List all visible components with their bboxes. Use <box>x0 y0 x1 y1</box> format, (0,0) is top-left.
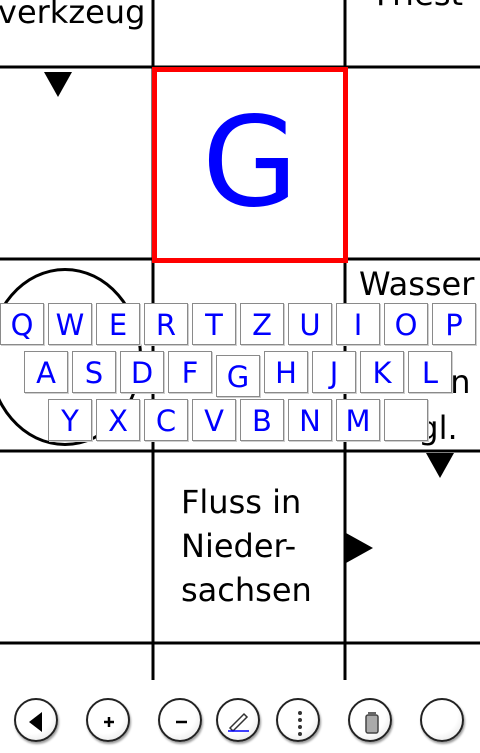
clue-text-river-3: sachsen <box>181 571 312 609</box>
back-button[interactable] <box>14 698 58 742</box>
pencil-button[interactable] <box>216 698 260 742</box>
key-q[interactable]: Q <box>0 303 44 345</box>
key-p[interactable]: P <box>432 303 476 345</box>
key-e[interactable]: E <box>96 303 140 345</box>
arrow-right-icon <box>346 533 373 563</box>
zoom-in-button[interactable] <box>86 698 130 742</box>
key-g[interactable]: G <box>216 355 260 397</box>
key-o[interactable]: O <box>384 303 428 345</box>
key-blank[interactable] <box>384 399 428 441</box>
zoom-out-button[interactable] <box>158 698 202 742</box>
key-s[interactable]: S <box>72 351 116 393</box>
clue-text-top-right: Friest <box>376 0 463 14</box>
arrow-down-icon <box>426 453 454 478</box>
zoom-in-icon <box>104 717 114 727</box>
selected-cell-letter: G <box>201 91 299 235</box>
key-x[interactable]: X <box>96 399 140 441</box>
key-w[interactable]: W <box>48 303 92 345</box>
key-c[interactable]: C <box>144 399 188 441</box>
zoom-out-icon <box>176 720 187 724</box>
key-u[interactable]: U <box>288 303 332 345</box>
blank-circle-icon <box>422 700 466 744</box>
delete-button[interactable] <box>348 698 392 742</box>
back-icon <box>29 712 42 732</box>
key-v[interactable]: V <box>192 399 236 441</box>
key-n[interactable]: N <box>288 399 332 441</box>
key-t[interactable]: T <box>192 303 236 345</box>
key-j[interactable]: J <box>312 351 356 393</box>
key-b[interactable]: B <box>240 399 284 441</box>
key-a[interactable]: A <box>24 351 68 393</box>
key-l[interactable]: L <box>408 351 452 393</box>
key-z[interactable]: Z <box>240 303 284 345</box>
vertical-dots-icon <box>298 711 302 736</box>
bottom-toolbar <box>0 680 480 753</box>
key-d[interactable]: D <box>120 351 164 393</box>
clue-text-mid-right-1: Wasser <box>359 265 475 303</box>
clue-text-river-1: Fluss in <box>181 483 302 521</box>
arrow-down-icon <box>44 72 72 97</box>
extra-button[interactable] <box>420 698 464 742</box>
key-m[interactable]: M <box>336 399 380 441</box>
clue-text-top-left: verkzeug <box>0 0 146 31</box>
pencil-icon <box>228 712 249 733</box>
key-r[interactable]: R <box>144 303 188 345</box>
key-h[interactable]: H <box>264 351 308 393</box>
key-i[interactable]: I <box>336 303 380 345</box>
clue-text-river-2: Nieder- <box>181 527 297 565</box>
key-f[interactable]: F <box>168 351 212 393</box>
trash-icon <box>365 712 379 734</box>
options-button[interactable] <box>276 698 320 742</box>
key-k[interactable]: K <box>360 351 404 393</box>
key-y[interactable]: Y <box>48 399 92 441</box>
